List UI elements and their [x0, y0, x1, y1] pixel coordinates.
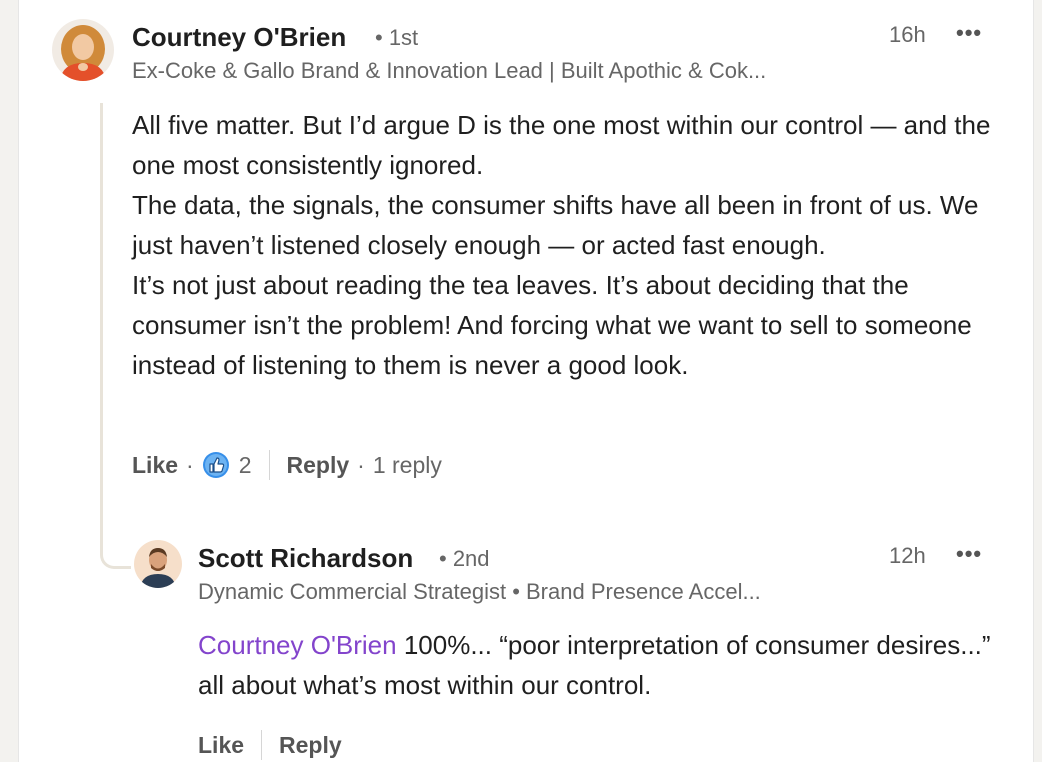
like-button[interactable]: Like — [132, 452, 178, 479]
separator-dot: · — [186, 451, 194, 478]
thread-connector-line — [100, 103, 131, 569]
like-reaction-icon[interactable] — [202, 451, 230, 479]
more-options-icon[interactable]: ••• — [956, 20, 982, 46]
action-divider — [261, 730, 263, 760]
like-button[interactable]: Like — [198, 732, 244, 759]
reply-actions: Like Reply — [198, 728, 342, 762]
reply-timestamp: 12h — [889, 543, 926, 568]
reply-button[interactable]: Reply — [279, 732, 342, 759]
action-divider — [268, 450, 270, 480]
author-headline: Dynamic Commercial Strategist • Brand Pr… — [198, 579, 761, 604]
comment-paragraph: It’s not just about reading the tea leav… — [132, 270, 972, 380]
reply-author-name[interactable]: Scott Richardson — [198, 543, 413, 574]
connection-degree: • 1st — [375, 25, 419, 50]
separator-dot: · — [357, 451, 365, 478]
avatar-courtney[interactable] — [52, 19, 114, 81]
replies-count-link[interactable]: 1 reply — [373, 452, 442, 479]
mention-link[interactable]: Courtney O'Brien — [198, 630, 397, 660]
comment-card: Courtney O'Brien • 1st Ex-Coke & Gallo B… — [18, 0, 1034, 762]
comment-timestamp: 16h — [889, 22, 926, 47]
reaction-count[interactable]: 2 — [239, 452, 252, 479]
avatar-scott[interactable] — [134, 540, 182, 588]
comment-actions: Like · 2 Reply · 1 reply — [132, 448, 442, 482]
reply-body: Courtney O'Brien 100%... “poor interpret… — [198, 625, 998, 705]
connection-degree: • 2nd — [439, 546, 490, 571]
comment-author-name[interactable]: Courtney O'Brien — [132, 22, 346, 53]
reply-button[interactable]: Reply — [287, 452, 350, 479]
more-options-icon[interactable]: ••• — [956, 541, 982, 567]
comment-paragraph: All five matter. But I’d argue D is the … — [132, 110, 991, 180]
author-headline: Ex-Coke & Gallo Brand & Innovation Lead … — [132, 58, 767, 83]
comment-paragraph: The data, the signals, the consumer shif… — [132, 190, 979, 260]
comment-body: All five matter. But I’d argue D is the … — [132, 105, 992, 385]
